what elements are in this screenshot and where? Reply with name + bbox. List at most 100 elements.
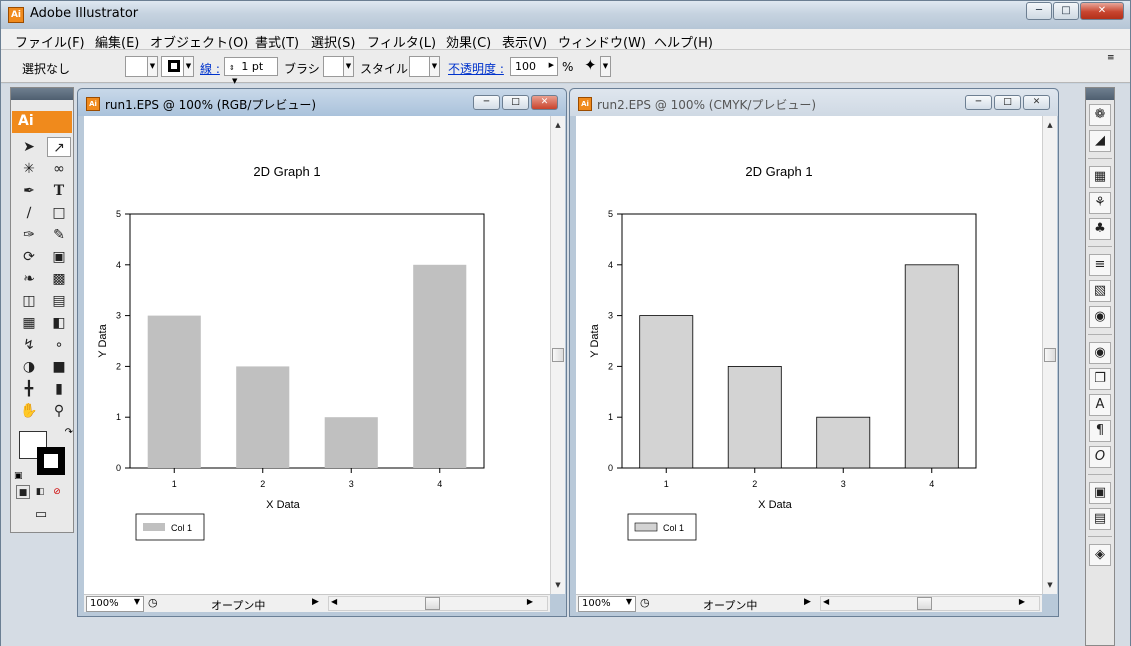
appearance-panel-icon[interactable]: ◉ bbox=[1089, 342, 1111, 364]
isolate-dropdown-icon[interactable]: ▼ bbox=[600, 56, 611, 77]
color-mode-icon[interactable]: ■ bbox=[16, 485, 30, 499]
minimize-button[interactable]: ─ bbox=[1026, 2, 1052, 20]
menu-help[interactable]: ヘルプ(H) bbox=[654, 32, 713, 51]
horizontal-scrollbar[interactable]: ◀ ▶ bbox=[820, 596, 1040, 611]
crop-area-tool-icon[interactable]: ╋ bbox=[17, 379, 41, 399]
live-paint-selection-tool-icon[interactable]: ■ bbox=[47, 357, 71, 377]
doc-maximize-button[interactable]: □ bbox=[994, 95, 1021, 110]
direct-selection-tool-icon[interactable]: ↗ bbox=[47, 137, 71, 157]
artboard-canvas[interactable]: 2D Graph 1 1 2 3 4 0 1 2 3 4 5 X Data Y Data Col 1 bbox=[84, 116, 550, 594]
stroke-panel-icon[interactable]: ≡ bbox=[1089, 254, 1111, 276]
fill-dropdown-icon[interactable]: ▼ bbox=[147, 56, 158, 77]
menu-file[interactable]: ファイル(F) bbox=[15, 32, 85, 51]
gradient-panel-icon[interactable]: ▧ bbox=[1089, 280, 1111, 302]
eyedropper-tool-icon[interactable]: ↯ bbox=[17, 335, 41, 355]
panel-dock-header[interactable] bbox=[1086, 88, 1114, 100]
transform-panel-icon[interactable]: ▣ bbox=[1089, 482, 1111, 504]
doc-maximize-button[interactable]: □ bbox=[502, 95, 529, 110]
opacity-label[interactable]: 不透明度 : bbox=[448, 60, 504, 77]
pen-tool-icon[interactable]: ✒ bbox=[17, 181, 41, 201]
zoom-dropdown-icon[interactable]: ▼ bbox=[134, 597, 140, 606]
menu-effect[interactable]: 効果(C) bbox=[446, 32, 491, 51]
opacity-field[interactable]: 100 ▶ bbox=[510, 57, 558, 76]
menu-type[interactable]: 書式(T) bbox=[255, 32, 299, 51]
zoom-dropdown-icon[interactable]: ▼ bbox=[626, 597, 632, 606]
scroll-up-icon[interactable]: ▲ bbox=[1043, 118, 1057, 132]
menu-window[interactable]: ウィンドウ(W) bbox=[558, 32, 646, 51]
type-tool-icon[interactable]: T bbox=[47, 181, 71, 201]
scroll-down-icon[interactable]: ▼ bbox=[1043, 578, 1057, 592]
swap-colors-icon[interactable]: ↷ bbox=[65, 427, 73, 438]
panel-menu-icon[interactable]: ≡ bbox=[1107, 53, 1115, 63]
stroke-dropdown-icon[interactable]: ▼ bbox=[183, 56, 194, 77]
paragraph-panel-icon[interactable]: ¶ bbox=[1089, 420, 1111, 442]
scroll-down-icon[interactable]: ▼ bbox=[551, 578, 565, 592]
symbols-panel-icon[interactable]: ♣ bbox=[1089, 218, 1111, 240]
document-title-bar[interactable]: Ai run2.EPS @ 100% (CMYK/プレビュー) ─ □ ✕ bbox=[570, 89, 1058, 116]
doc-close-button[interactable]: ✕ bbox=[1023, 95, 1050, 110]
vertical-scroll-thumb[interactable] bbox=[1044, 348, 1056, 362]
rotate-tool-icon[interactable]: ⟳ bbox=[17, 247, 41, 267]
paintbrush-tool-icon[interactable]: ✑ bbox=[17, 225, 41, 245]
character-panel-icon[interactable]: A bbox=[1089, 394, 1111, 416]
horizontal-scrollbar[interactable]: ◀ ▶ bbox=[328, 596, 548, 611]
hand-tool-icon[interactable]: ✋ bbox=[17, 401, 41, 421]
tools-panel-header[interactable] bbox=[11, 88, 73, 100]
screen-mode-icon[interactable]: ▭ bbox=[29, 505, 53, 525]
color-guide-panel-icon[interactable]: ◢ bbox=[1089, 130, 1111, 152]
align-panel-icon[interactable]: ▤ bbox=[1089, 508, 1111, 530]
free-transform-tool-icon[interactable]: ▩ bbox=[47, 269, 71, 289]
stroke-weight-field[interactable]: ⇕ 1 pt ▼ bbox=[224, 57, 278, 85]
scroll-left-icon[interactable]: ◀ bbox=[331, 597, 337, 606]
menu-edit[interactable]: 編集(E) bbox=[95, 32, 139, 51]
close-button[interactable]: ✕ bbox=[1080, 2, 1124, 20]
status-menu-icon[interactable]: ▶ bbox=[804, 597, 811, 607]
magic-wand-tool-icon[interactable]: ✳ bbox=[17, 159, 41, 179]
transparency-panel-icon[interactable]: ◉ bbox=[1089, 306, 1111, 328]
brush-swatch[interactable] bbox=[323, 56, 344, 77]
status-menu-icon[interactable]: ▶ bbox=[312, 597, 319, 607]
vertical-scrollbar[interactable]: ▲ ▼ bbox=[1042, 116, 1057, 594]
scroll-right-icon[interactable]: ▶ bbox=[527, 597, 533, 606]
doc-minimize-button[interactable]: ─ bbox=[473, 95, 500, 110]
doc-close-button[interactable]: ✕ bbox=[531, 95, 558, 110]
stroke-color-box[interactable] bbox=[37, 447, 65, 475]
brush-dropdown-icon[interactable]: ▼ bbox=[343, 56, 354, 77]
live-paint-tool-icon[interactable]: ◑ bbox=[17, 357, 41, 377]
blend-tool-icon[interactable]: ∘ bbox=[47, 335, 71, 355]
scroll-right-icon[interactable]: ▶ bbox=[1019, 597, 1025, 606]
doc-minimize-button[interactable]: ─ bbox=[965, 95, 992, 110]
line-tool-icon[interactable]: ∕ bbox=[17, 203, 41, 223]
layers-panel-icon[interactable]: ◈ bbox=[1089, 544, 1111, 566]
scroll-left-icon[interactable]: ◀ bbox=[823, 597, 829, 606]
horizontal-scroll-thumb[interactable] bbox=[425, 597, 440, 610]
isolate-icon[interactable]: ✦ bbox=[584, 56, 597, 74]
zoom-select[interactable]: 100% ▼ bbox=[86, 596, 144, 612]
opentype-panel-icon[interactable]: O bbox=[1089, 446, 1111, 468]
menu-object[interactable]: オブジェクト(O) bbox=[150, 32, 248, 51]
graphic-styles-panel-icon[interactable]: ❐ bbox=[1089, 368, 1111, 390]
stroke-label[interactable]: 線 : bbox=[200, 60, 220, 77]
zoom-tool-icon[interactable]: ⚲ bbox=[47, 401, 71, 421]
fill-stroke-widget[interactable]: ↷ ▣ bbox=[14, 427, 73, 481]
document-title-bar[interactable]: Ai run1.EPS @ 100% (RGB/プレビュー) ─ □ ✕ bbox=[78, 89, 566, 116]
opacity-arrow-icon[interactable]: ▶ bbox=[549, 61, 554, 69]
selection-tool-icon[interactable]: ➤ bbox=[17, 137, 41, 157]
lasso-tool-icon[interactable]: ∞ bbox=[47, 159, 71, 179]
default-colors-icon[interactable]: ▣ bbox=[14, 471, 23, 481]
menu-filter[interactable]: フィルタ(L) bbox=[367, 32, 436, 51]
brushes-panel-icon[interactable]: ⚘ bbox=[1089, 192, 1111, 214]
vertical-scrollbar[interactable]: ▲ ▼ bbox=[550, 116, 565, 594]
style-dropdown-icon[interactable]: ▼ bbox=[429, 56, 440, 77]
rectangle-tool-icon[interactable]: □ bbox=[47, 203, 71, 223]
menu-select[interactable]: 選択(S) bbox=[311, 32, 355, 51]
horizontal-scroll-thumb[interactable] bbox=[917, 597, 932, 610]
gradient-mode-icon[interactable]: ◧ bbox=[33, 485, 47, 499]
mesh-tool-icon[interactable]: ▦ bbox=[17, 313, 41, 333]
none-mode-icon[interactable]: ⊘ bbox=[50, 485, 64, 499]
symbol-sprayer-tool-icon[interactable]: ◫ bbox=[17, 291, 41, 311]
graph-tool-icon[interactable]: ▤ bbox=[47, 291, 71, 311]
stepper-icon[interactable]: ⇕ bbox=[229, 64, 235, 72]
style-swatch[interactable] bbox=[409, 56, 430, 77]
gradient-tool-icon[interactable]: ◧ bbox=[47, 313, 71, 333]
